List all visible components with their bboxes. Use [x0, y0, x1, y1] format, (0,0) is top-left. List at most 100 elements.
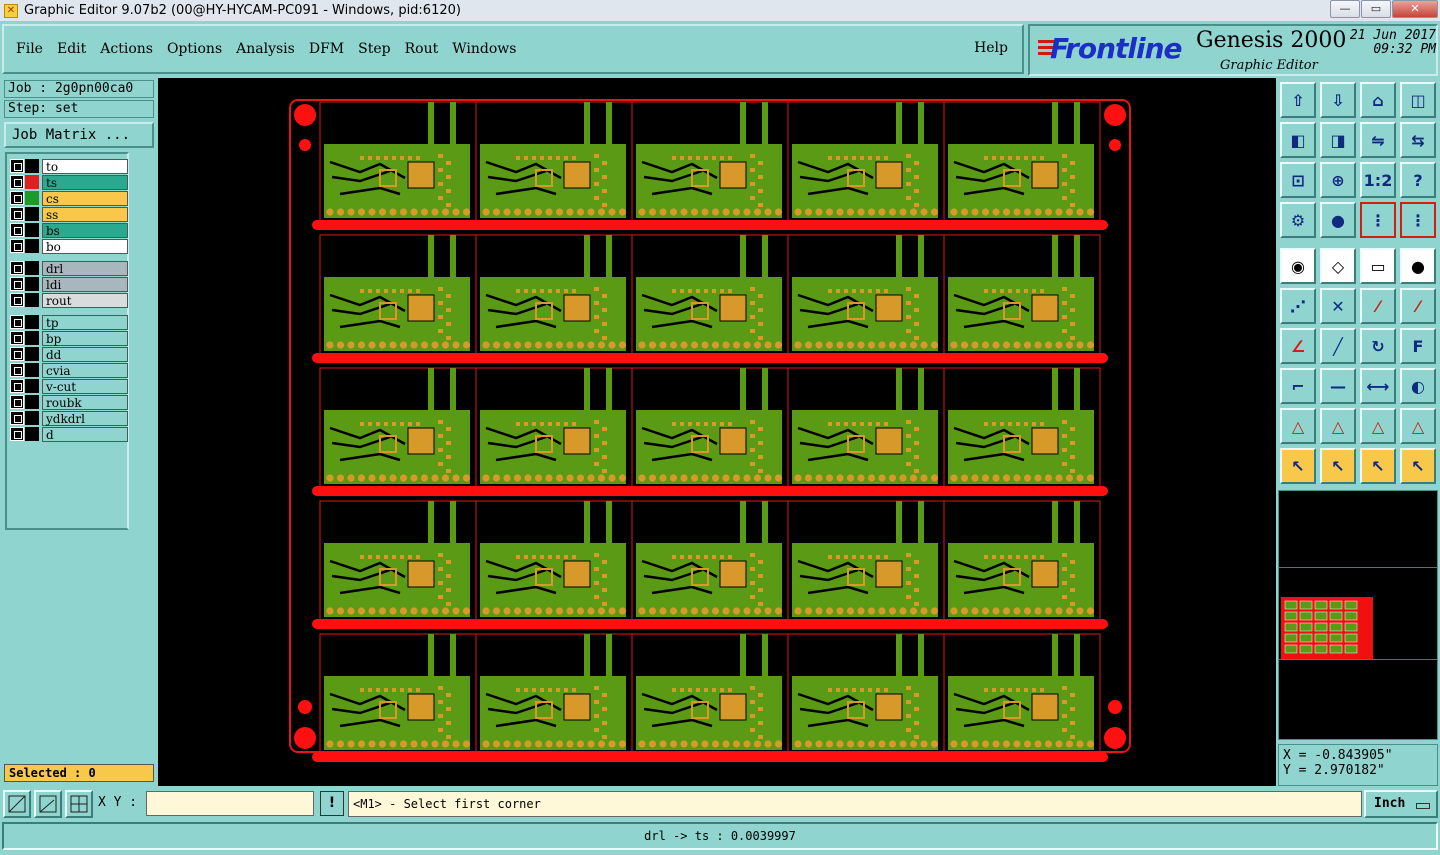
layer-row-roubk[interactable]: roubk — [10, 394, 128, 410]
rotate-tool-button[interactable]: ↻ — [1360, 328, 1396, 364]
layer-name[interactable]: dd — [42, 346, 128, 362]
layer-row-ss[interactable]: ss — [10, 206, 128, 222]
overview-map[interactable] — [1278, 490, 1438, 740]
layer-checkbox[interactable] — [10, 293, 24, 307]
move-right-tool-button[interactable]: ◨ — [1320, 122, 1356, 158]
zoom-area-button[interactable] — [3, 790, 31, 818]
layer-checkbox[interactable] — [10, 223, 24, 237]
layer-name[interactable]: cs — [42, 190, 128, 206]
menu-edit[interactable]: Edit — [57, 41, 86, 57]
exclamation-button[interactable]: ! — [320, 791, 344, 816]
layer-name[interactable]: bs — [42, 222, 128, 238]
layer-row-ts[interactable]: ts — [10, 174, 128, 190]
layer-name[interactable]: tp — [42, 314, 128, 330]
layer-color-swatch[interactable] — [25, 395, 39, 409]
fit-tool-button[interactable]: ⊡ — [1280, 162, 1316, 198]
cross-tool-button[interactable]: ✕ — [1320, 288, 1356, 324]
layer-color-swatch[interactable] — [25, 315, 39, 329]
menu-rout[interactable]: Rout — [405, 41, 439, 57]
layer-row-tp[interactable]: tp — [10, 314, 128, 330]
swap-tool-button[interactable]: ⇆ — [1400, 122, 1436, 158]
layer-name[interactable]: ss — [42, 206, 128, 222]
diagonal-tool-button[interactable]: ╱ — [1320, 328, 1356, 364]
menu-windows[interactable]: Windows — [452, 41, 516, 57]
layer-checkbox[interactable] — [10, 277, 24, 291]
layer-row-drl[interactable]: drl — [10, 260, 128, 276]
angle-tool-button[interactable]: ∠ — [1280, 328, 1316, 364]
ff-tool-button[interactable]: F — [1400, 328, 1436, 364]
layer-row-ydkdrl[interactable]: ydkdrl — [10, 410, 128, 426]
layer-color-swatch[interactable] — [25, 293, 39, 307]
layer-color-swatch[interactable] — [25, 207, 39, 221]
shapes-tool-button[interactable]: ◐ — [1400, 368, 1436, 404]
layer-row-bs[interactable]: bs — [10, 222, 128, 238]
layer-checkbox[interactable] — [10, 207, 24, 221]
traffic-light-tool-button[interactable]: ⋮ — [1360, 202, 1396, 238]
layer-checkbox[interactable] — [10, 427, 24, 441]
menu-analysis[interactable]: Analysis — [236, 41, 295, 57]
layer-name[interactable]: ldi — [42, 276, 128, 292]
layer-name[interactable]: roubk — [42, 394, 128, 410]
close-button[interactable]: ✕ — [1392, 0, 1438, 18]
layer-row-bo[interactable]: bo — [10, 238, 128, 254]
import-tool-button[interactable]: ⇩ — [1320, 82, 1356, 118]
measure-tool-button[interactable]: ⟷ — [1360, 368, 1396, 404]
probe-tool-button[interactable]: ● — [1320, 202, 1356, 238]
layer-checkbox[interactable] — [10, 315, 24, 329]
layer-color-swatch[interactable] — [25, 331, 39, 345]
layer-name[interactable]: bp — [42, 330, 128, 346]
help-tool-button[interactable]: ? — [1400, 162, 1436, 198]
layer-row-to[interactable]: to — [10, 158, 128, 174]
layer-color-swatch[interactable] — [25, 239, 39, 253]
menu-dfm[interactable]: DFM — [309, 41, 344, 57]
menu-actions[interactable]: Actions — [100, 41, 153, 57]
layer-checkbox[interactable] — [10, 331, 24, 345]
menu-file[interactable]: File — [16, 41, 43, 57]
select-box-tool-button[interactable]: ↖ — [1320, 448, 1356, 484]
select-circle-tool-button[interactable]: ↖ — [1360, 448, 1396, 484]
layer-row-dd[interactable]: dd — [10, 346, 128, 362]
job-matrix-button[interactable]: Job Matrix ... — [4, 122, 154, 148]
layer-checkbox[interactable] — [10, 191, 24, 205]
layer-color-swatch[interactable] — [25, 261, 39, 275]
layer-name[interactable]: drl — [42, 260, 128, 276]
layer-row-ldi[interactable]: ldi — [10, 276, 128, 292]
menu-options[interactable]: Options — [167, 41, 222, 57]
layer-row-d[interactable]: d — [10, 426, 128, 442]
layer-checkbox[interactable] — [10, 239, 24, 253]
window-split-tool-button[interactable]: ◫ — [1400, 82, 1436, 118]
layer-row-cvia[interactable]: cvia — [10, 362, 128, 378]
corner-tool-button[interactable]: ⌐ — [1280, 368, 1316, 404]
layer-row-cs[interactable]: cs — [10, 190, 128, 206]
ruler-tool-button[interactable]: ▭ — [1360, 248, 1396, 284]
zoom-fit-tool-button[interactable]: ⊕ — [1320, 162, 1356, 198]
layer-color-swatch[interactable] — [25, 175, 39, 189]
triangle-a-tool-button[interactable]: △ — [1280, 408, 1316, 444]
layer-color-swatch[interactable] — [25, 191, 39, 205]
tools-tool-button[interactable]: ⚙ — [1280, 202, 1316, 238]
triangle-b-tool-button[interactable]: △ — [1320, 408, 1356, 444]
layer-row-rout[interactable]: rout — [10, 292, 128, 308]
layer-name[interactable]: ydkdrl — [42, 410, 128, 426]
net-tool-button[interactable]: ⋰ — [1280, 288, 1316, 324]
minimize-button[interactable]: — — [1330, 0, 1360, 18]
grid-button[interactable] — [65, 790, 93, 818]
layer-checkbox[interactable] — [10, 261, 24, 275]
layer-checkbox[interactable] — [10, 347, 24, 361]
pointer-tool-button[interactable]: ↖ — [1280, 448, 1316, 484]
pad-tool-button[interactable]: ● — [1400, 248, 1436, 284]
maximize-button[interactable]: ▭ — [1361, 0, 1391, 18]
layer-name[interactable]: cvia — [42, 362, 128, 378]
layer-checkbox[interactable] — [10, 175, 24, 189]
menu-help[interactable]: Help — [974, 40, 1008, 56]
layer-color-swatch[interactable] — [25, 363, 39, 377]
line-point-tool-button[interactable]: ⁄ — [1360, 288, 1396, 324]
snap-tool-button[interactable]: ◉ — [1280, 248, 1316, 284]
layer-checkbox[interactable] — [10, 411, 24, 425]
layer-row-v-cut[interactable]: v-cut — [10, 378, 128, 394]
pcb-panel-view[interactable] — [158, 78, 1276, 786]
layer-name[interactable]: ts — [42, 174, 128, 190]
layer-name[interactable]: v-cut — [42, 378, 128, 394]
layer-row-bp[interactable]: bp — [10, 330, 128, 346]
select-path-tool-button[interactable]: ↖ — [1400, 448, 1436, 484]
